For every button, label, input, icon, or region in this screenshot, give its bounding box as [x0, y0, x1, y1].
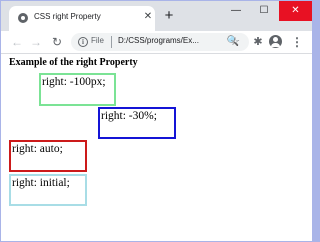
- minimize-button[interactable]: —: [222, 1, 250, 21]
- globe-icon: [18, 13, 28, 23]
- tab-title: CSS right Property: [34, 12, 101, 21]
- title-bar: CSS right Property ✕ + — ☐ ✕: [1, 1, 312, 31]
- box-right-auto: right: auto;: [9, 140, 87, 172]
- new-tab-button[interactable]: +: [161, 8, 177, 24]
- info-icon[interactable]: i: [78, 37, 88, 47]
- forward-button[interactable]: →: [27, 33, 45, 51]
- browser-toolbar: ← → ↻ i File D:/CSS/programs/Ex... 🔍 ☆ ✱…: [1, 31, 312, 54]
- extensions-icon[interactable]: ✱: [250, 33, 266, 51]
- address-bar[interactable]: i File D:/CSS/programs/Ex... 🔍: [71, 33, 249, 51]
- window-close-button[interactable]: ✕: [279, 1, 312, 21]
- page-heading: Example of the right Property: [9, 57, 138, 68]
- bookmark-star-icon[interactable]: ☆: [227, 33, 243, 51]
- box-right-negative-percent: right: -30%;: [98, 107, 176, 139]
- profile-avatar-icon[interactable]: [269, 35, 282, 48]
- reload-button[interactable]: ↻: [48, 33, 66, 51]
- address-divider: [111, 36, 112, 48]
- url-text[interactable]: D:/CSS/programs/Ex...: [118, 36, 220, 45]
- page-content: Example of the right Property right: -10…: [1, 54, 312, 241]
- browser-tab[interactable]: CSS right Property ✕: [9, 6, 155, 31]
- scheme-label: File: [91, 36, 104, 45]
- box-right-negative-px: right: -100px;: [39, 73, 116, 106]
- maximize-button[interactable]: ☐: [250, 1, 278, 21]
- browser-window: CSS right Property ✕ + — ☐ ✕ ← → ↻ i Fil…: [1, 1, 312, 241]
- box-right-initial: right: initial;: [9, 174, 87, 206]
- back-button[interactable]: ←: [8, 33, 26, 51]
- menu-icon[interactable]: ⋮: [290, 33, 304, 51]
- close-tab-icon[interactable]: ✕: [142, 10, 154, 24]
